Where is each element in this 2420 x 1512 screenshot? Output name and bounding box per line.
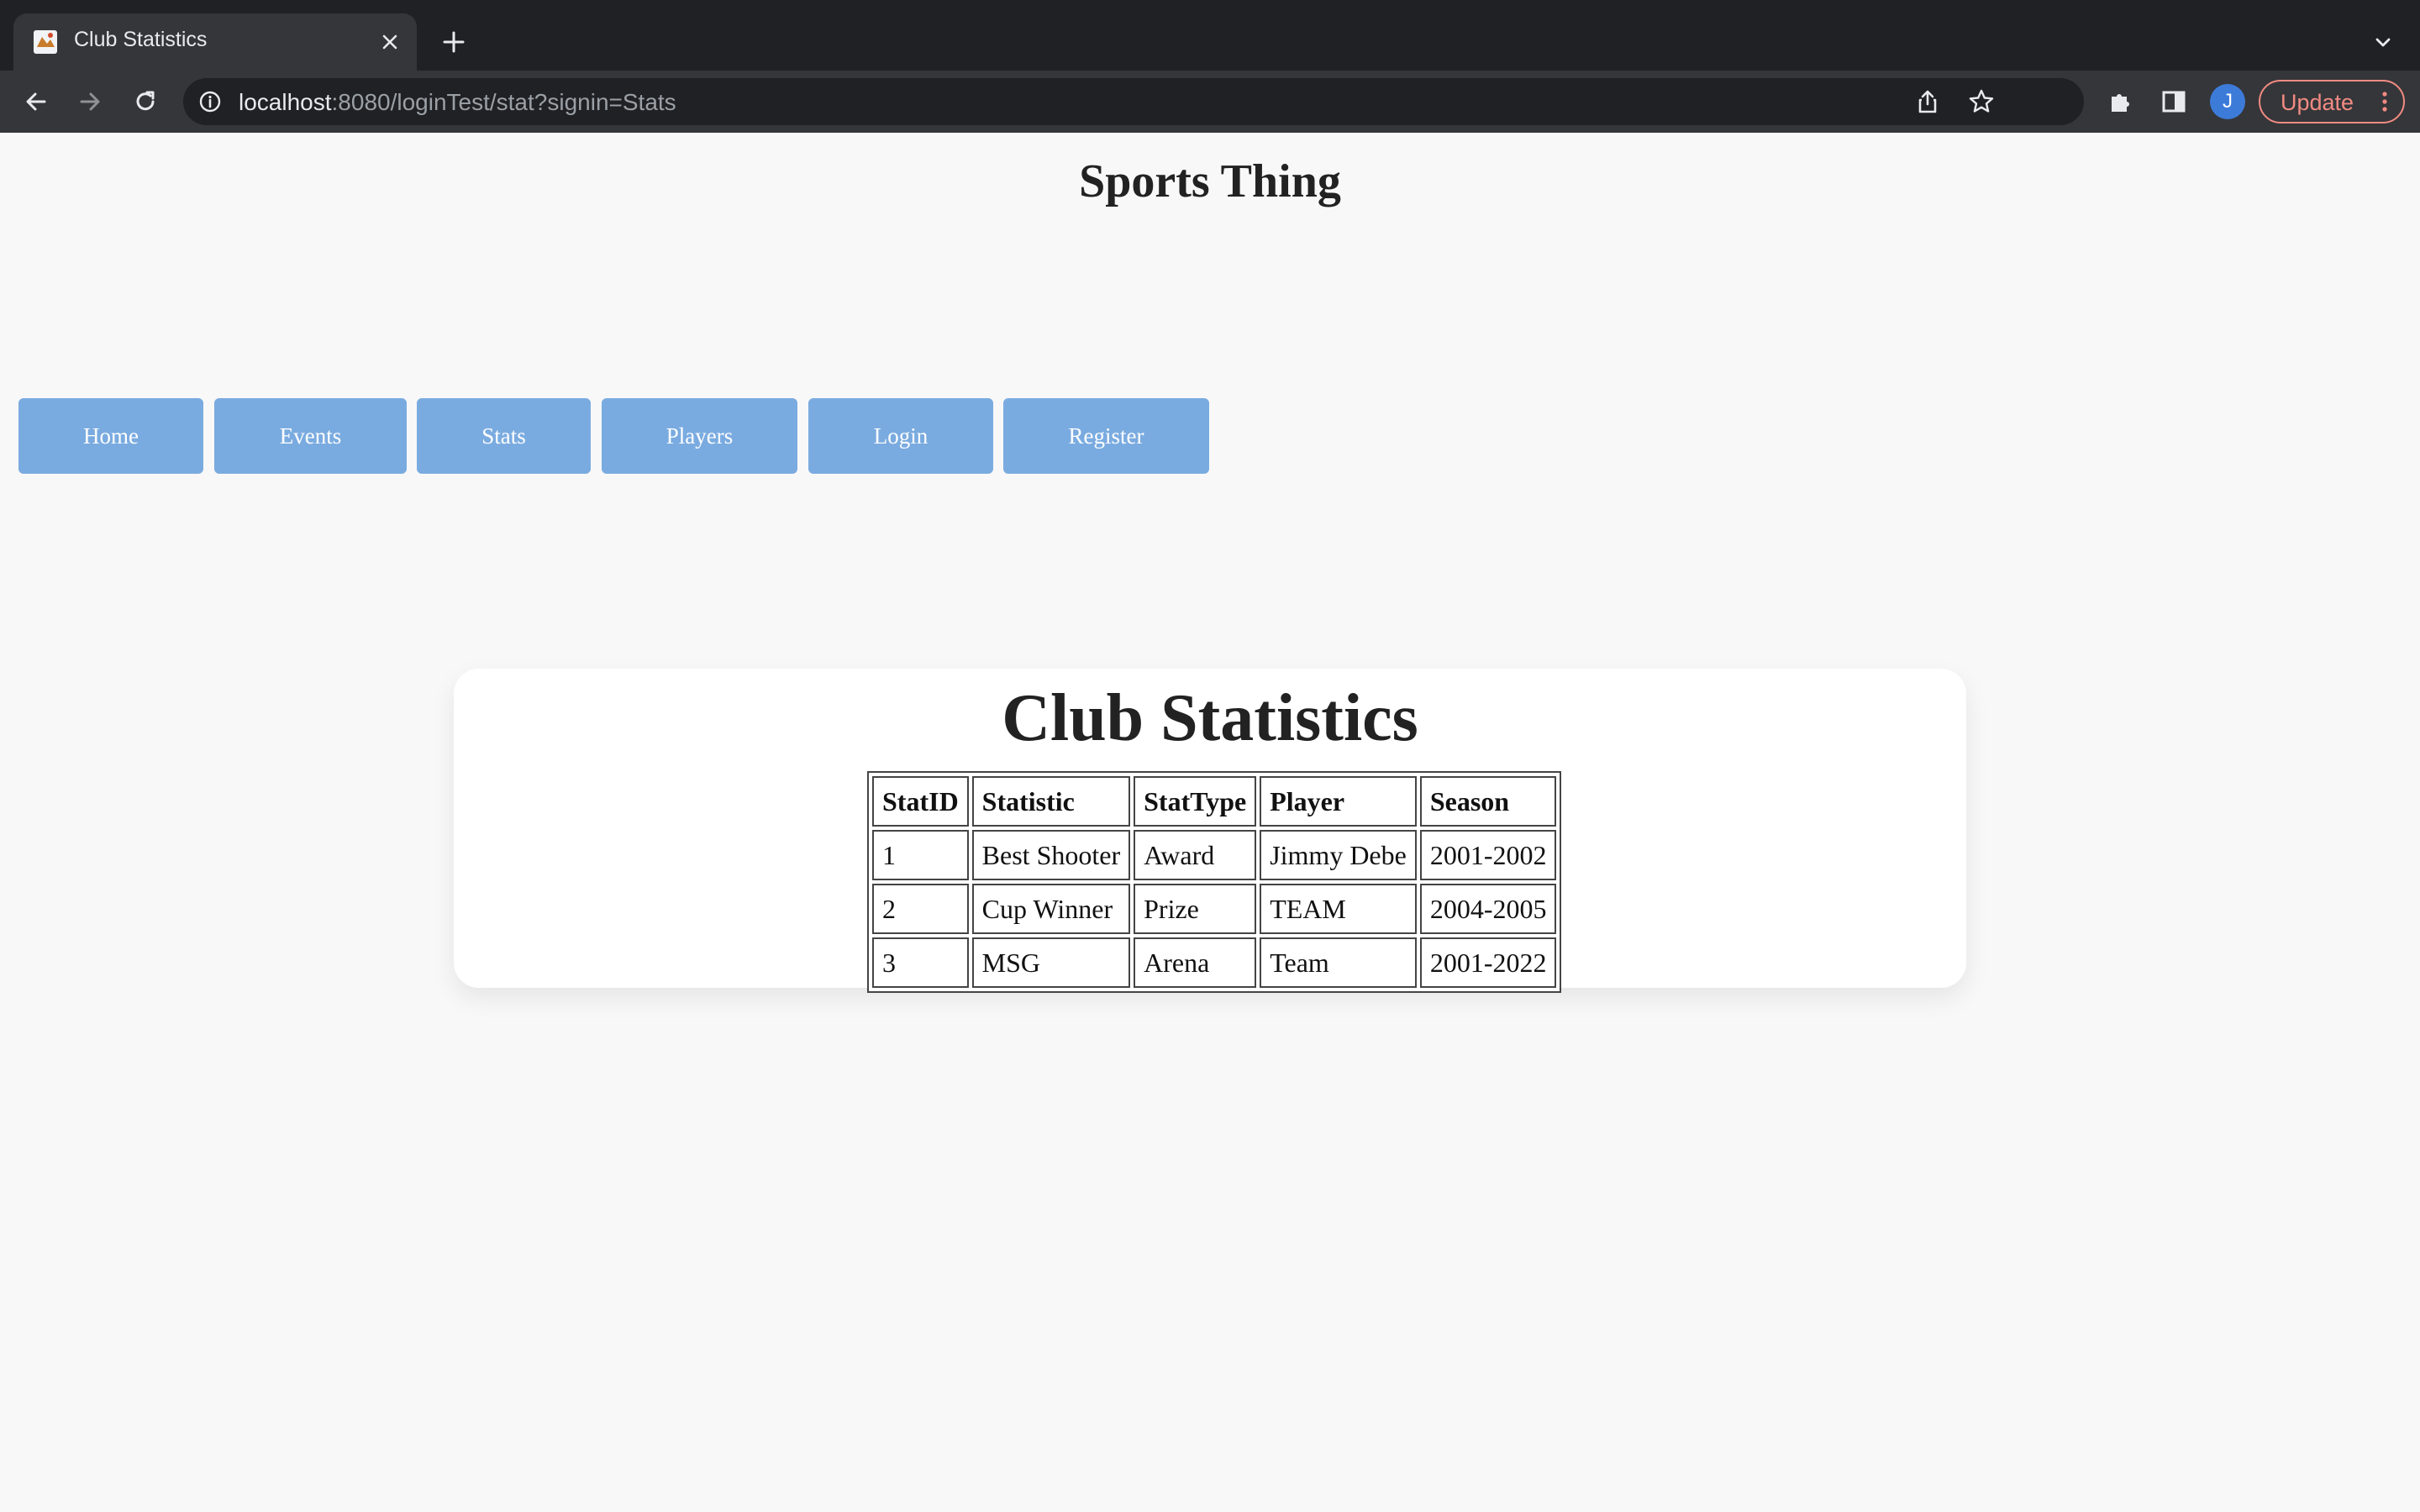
nav-register-button[interactable]: Register [1003,398,1209,474]
update-label: Update [2281,90,2354,115]
column-header: Player [1260,776,1417,827]
bookmark-star-icon[interactable] [1968,88,1995,115]
browser-tab-bar: Club Statistics [0,0,2420,71]
table-cell: 3 [872,937,969,988]
address-bar[interactable]: localhost:8080/loginTest/stat?signin=Sta… [183,78,2084,125]
nav-login-button[interactable]: Login [808,398,993,474]
table-cell: 2004-2005 [1419,884,1557,934]
stats-table: StatID Statistic StatType Player Season … [867,771,1562,993]
update-button[interactable]: Update [2259,80,2405,123]
nav-stats-button[interactable]: Stats [417,398,591,474]
column-header: Season [1419,776,1557,827]
table-row: 2 Cup Winner Prize TEAM 2004-2005 [872,884,1557,934]
more-vertical-icon[interactable] [2378,90,2391,113]
table-cell: 2001-2002 [1419,830,1557,880]
table-cell: Award [1134,830,1257,880]
side-panel-icon[interactable] [2158,86,2190,118]
extensions-puzzle-icon[interactable] [2104,86,2136,118]
table-cell: 2001-2022 [1419,937,1557,988]
nav-events-button[interactable]: Events [214,398,407,474]
url-text: localhost:8080/loginTest/stat?signin=Sta… [239,89,676,116]
site-title: Sports Thing [1079,155,1341,207]
tab-title: Club Statistics [74,28,208,51]
card-title: Club Statistics [1002,681,1418,755]
table-row: 1 Best Shooter Award Jimmy Debe 2001-200… [872,830,1557,880]
table-cell: Arena [1134,937,1257,988]
table-cell: Cup Winner [971,884,1131,934]
active-tab[interactable]: Club Statistics [13,13,417,71]
stats-card: Club Statistics StatID Statistic StatTyp… [454,669,1966,993]
info-icon[interactable] [198,90,222,113]
table-cell: 2 [872,884,969,934]
close-icon[interactable] [376,29,403,55]
nav-players-button[interactable]: Players [602,398,797,474]
url-path: :8080/loginTest/stat?signin=Stats [331,89,676,115]
browser-toolbar: localhost:8080/loginTest/stat?signin=Sta… [0,71,2420,133]
new-tab-plus-icon[interactable] [437,25,471,59]
column-header: Statistic [971,776,1131,827]
forward-arrow-icon[interactable] [72,84,108,119]
table-cell: Jimmy Debe [1260,830,1417,880]
table-row: 3 MSG Arena Team 2001-2022 [872,937,1557,988]
table-cell: Best Shooter [971,830,1131,880]
chevron-down-icon[interactable] [2368,27,2398,57]
table-cell: Prize [1134,884,1257,934]
column-header: StatType [1134,776,1257,827]
share-icon[interactable] [1914,88,1941,115]
url-host: localhost [239,89,332,115]
reload-icon[interactable] [128,84,163,119]
table-cell: TEAM [1260,884,1417,934]
profile-avatar[interactable]: J [2210,84,2245,119]
nav-home-button[interactable]: Home [18,398,203,474]
table-header-row: StatID Statistic StatType Player Season [872,776,1557,827]
table-cell: MSG [971,937,1131,988]
back-arrow-icon[interactable] [18,84,54,119]
table-cell: 1 [872,830,969,880]
favicon-icon [32,29,59,55]
column-header: StatID [872,776,969,827]
table-cell: Team [1260,937,1417,988]
